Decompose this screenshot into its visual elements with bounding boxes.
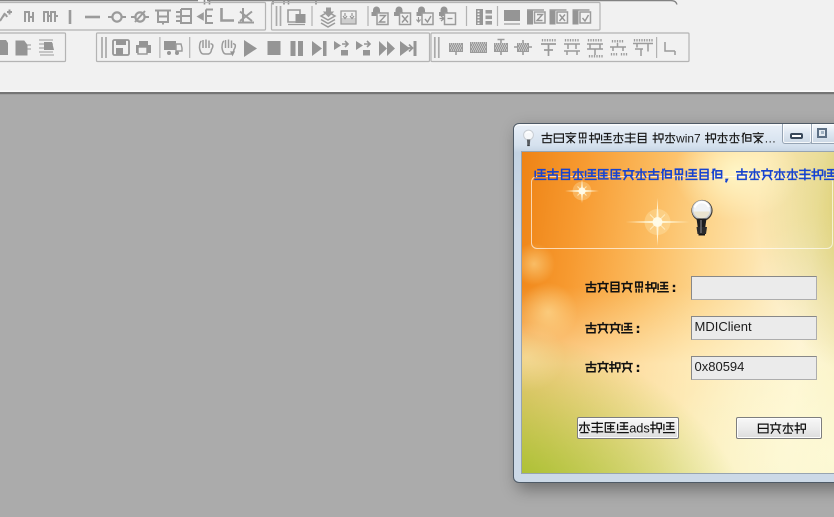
svg-text:win7: win7 [675, 131, 701, 145]
svg-text:ads: ads [629, 421, 650, 436]
svg-text:…: … [764, 131, 776, 145]
